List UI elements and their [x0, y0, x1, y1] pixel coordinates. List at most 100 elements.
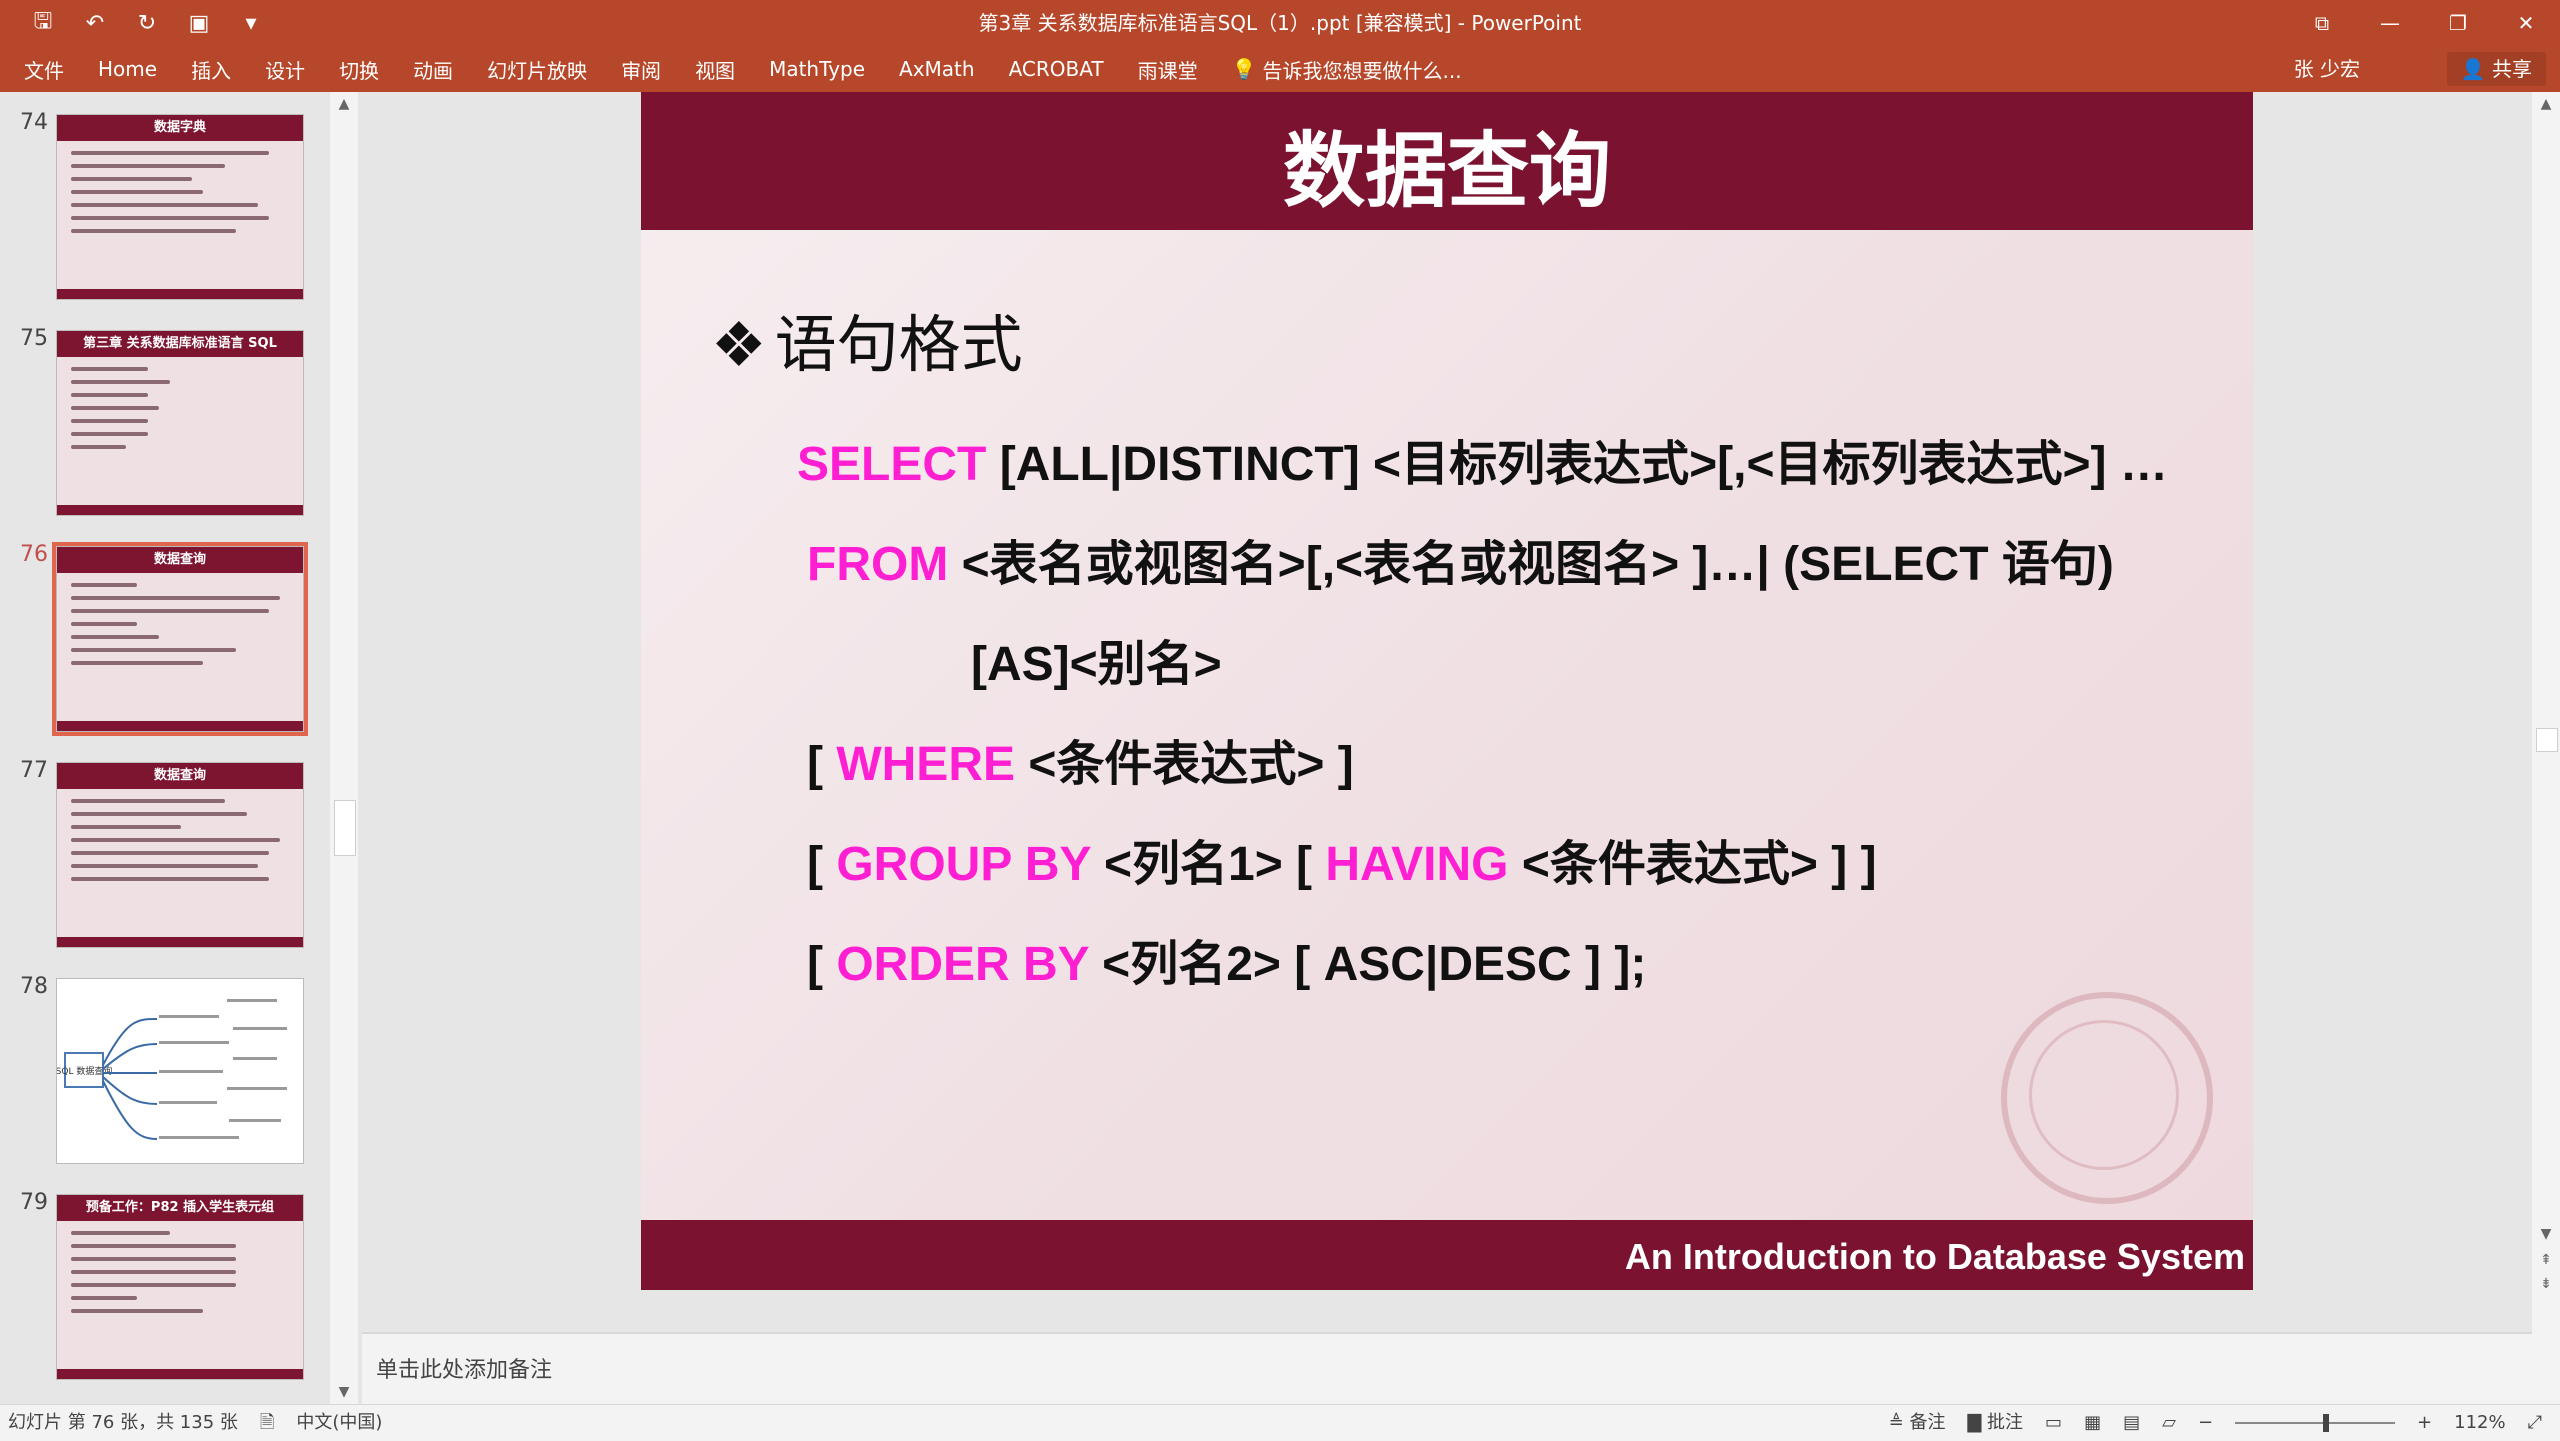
scroll-down-icon[interactable]: ▼	[330, 1384, 358, 1400]
thumbnail-image: 第三章 关系数据库标准语言 SQL	[56, 330, 304, 516]
tab-design[interactable]: 设计	[265, 55, 305, 84]
scroll-up-icon[interactable]: ▲	[330, 96, 358, 112]
diamond-bullet-icon: ❖	[711, 308, 767, 381]
next-slide-icon[interactable]: ⇟	[2532, 1276, 2560, 1292]
language-indicator[interactable]: 中文(中国)	[296, 1405, 382, 1441]
comments-label: 批注	[1987, 1412, 2024, 1433]
scrollbar-thumb[interactable]	[334, 800, 356, 856]
slide-thumbnail[interactable]: 77 数据查询	[0, 740, 330, 948]
line-text: <条件表达式> ]	[1015, 738, 1354, 791]
spellcheck-icon[interactable]: 🗎	[260, 1405, 274, 1441]
line-text: <表名或视图名>[,<表名或视图名> ]…| (SELECT 语句)	[948, 538, 2114, 591]
comment-icon: ▇	[1967, 1412, 1982, 1433]
tab-slideshow[interactable]: 幻灯片放映	[487, 55, 587, 84]
reading-view-icon[interactable]: ▤	[2123, 1405, 2140, 1441]
tab-axmath[interactable]: AxMath	[899, 57, 975, 81]
slide-scrollbar[interactable]: ▲ ▼ ⇞ ⇟	[2532, 92, 2560, 1404]
university-seal-watermark	[2001, 992, 2213, 1204]
tab-acrobat[interactable]: ACROBAT	[1009, 57, 1104, 81]
zoom-slider-knob[interactable]	[2323, 1414, 2330, 1432]
slide-thumbnail[interactable]: 79 预备工作：P82 插入学生表元组	[0, 1172, 330, 1380]
thumbnail-title: 数据查询	[57, 763, 303, 789]
zoom-level[interactable]: 112%	[2454, 1405, 2505, 1441]
thumbnail-image: 数据查询	[56, 762, 304, 948]
thumbnails-scrollbar[interactable]: ▲ ▼	[330, 92, 358, 1404]
tab-insert[interactable]: 插入	[191, 55, 231, 84]
title-bar: 🖫 ↶ ↻ ▣ ▾ 第3章 关系数据库标准语言SQL（1）.ppt [兼容模式]…	[0, 0, 2560, 46]
slide-thumbnails-pane: 74 数据字典 75 第三章 关系数据库标准语言 SQL 76 数据查询 77 …	[0, 92, 358, 1404]
person-icon: 👤	[2460, 57, 2486, 81]
tab-transitions[interactable]: 切换	[339, 55, 379, 84]
zoom-in-icon[interactable]: +	[2417, 1405, 2432, 1441]
slide-thumbnail-active[interactable]: 76 数据查询	[0, 524, 330, 736]
scrollbar-thumb[interactable]	[2536, 728, 2558, 752]
minimize-icon[interactable]: —	[2356, 0, 2424, 46]
notes-toggle-button[interactable]: ≜ 备注	[1889, 1405, 1946, 1441]
window-title: 第3章 关系数据库标准语言SQL（1）.ppt [兼容模式] - PowerPo…	[978, 11, 1582, 35]
sql-line-alias[interactable]: [AS]<别名>	[971, 624, 1222, 694]
line-text: [AS]<别名>	[971, 638, 1222, 691]
slide-title[interactable]: 数据查询	[641, 92, 2253, 230]
user-name[interactable]: 张 少宏	[2294, 46, 2360, 92]
sql-line-from[interactable]: FROM <表名或视图名>[,<表名或视图名> ]…| (SELECT 语句)	[807, 524, 2114, 594]
line-text: [ALL|DISTINCT] <目标列表达式>[,<目标列表达式>] …	[986, 438, 2168, 491]
slide-canvas[interactable]: 数据查询 ❖ 语句格式 SELECT [ALL|DISTINCT] <目标列表达式…	[641, 92, 2253, 1290]
window-controls: ⧉ — ❐ ✕	[2288, 0, 2560, 46]
thumbnail-image: 数据查询	[52, 542, 308, 736]
ribbon-display-icon[interactable]: ⧉	[2288, 0, 2356, 46]
status-bar: 幻灯片 第 76 张，共 135 张 🗎 中文(中国) ≜ 备注 ▇ 批注 ▭ …	[0, 1404, 2560, 1441]
zoom-out-icon[interactable]: −	[2198, 1405, 2213, 1441]
slide-editing-area: 数据查询 ❖ 语句格式 SELECT [ALL|DISTINCT] <目标列表达式…	[362, 92, 2532, 1332]
keyword-group-by: GROUP BY	[836, 838, 1091, 891]
sql-line-order-by[interactable]: [ ORDER BY <列名2> [ ASC|DESC ] ];	[807, 924, 1646, 994]
tab-animations[interactable]: 动画	[413, 55, 453, 84]
tell-me-search[interactable]: 💡 告诉我您想要做什么...	[1232, 55, 1462, 84]
keyword-from: FROM	[807, 538, 949, 591]
previous-slide-icon[interactable]: ⇞	[2532, 1252, 2560, 1268]
sql-line-where[interactable]: [ WHERE <条件表达式> ]	[807, 724, 1354, 794]
comments-toggle-button[interactable]: ▇ 批注	[1967, 1405, 2023, 1441]
thumbnail-title: 数据查询	[57, 547, 303, 573]
mind-map-root: SQL 数据查询	[57, 1065, 112, 1077]
keyword-where: WHERE	[836, 738, 1015, 791]
slide-thumbnail[interactable]: 78 SQL 数据查询	[0, 956, 330, 1164]
tell-me-text: 告诉我您想要做什么...	[1262, 58, 1462, 83]
slideshow-view-icon[interactable]: ▱	[2162, 1405, 2176, 1441]
close-icon[interactable]: ✕	[2492, 0, 2560, 46]
normal-view-icon[interactable]: ▭	[2045, 1405, 2062, 1441]
notes-label: 备注	[1909, 1412, 1946, 1433]
slide-thumbnail[interactable]: 74 数据字典	[0, 92, 330, 300]
lightbulb-icon: 💡	[1231, 57, 1257, 81]
notes-placeholder: 单击此处添加备注	[376, 1358, 553, 1383]
bracket-open: [	[807, 938, 837, 991]
bracket-open: [	[807, 838, 837, 891]
slide-counter: 幻灯片 第 76 张，共 135 张	[8, 1412, 238, 1433]
slide-sorter-icon[interactable]: ▦	[2084, 1405, 2101, 1441]
tab-home[interactable]: Home	[98, 57, 157, 81]
tab-mathtype[interactable]: MathType	[769, 57, 865, 81]
scroll-down-icon[interactable]: ▼	[2532, 1226, 2560, 1242]
line-text: <条件表达式> ] ]	[1508, 838, 1877, 891]
sql-line-select[interactable]: SELECT [ALL|DISTINCT] <目标列表达式>[,<目标列表达式>…	[797, 424, 2168, 494]
sql-line-group-by[interactable]: [ GROUP BY <列名1> [ HAVING <条件表达式> ] ]	[807, 824, 1877, 894]
slide-number: 79	[20, 1190, 48, 1215]
tab-view[interactable]: 视图	[695, 55, 735, 84]
zoom-slider[interactable]	[2235, 1414, 2396, 1432]
slide-thumbnail[interactable]: 75 第三章 关系数据库标准语言 SQL	[0, 308, 330, 516]
notes-icon: ≜	[1888, 1412, 1904, 1433]
share-button[interactable]: 👤 共享	[2446, 52, 2546, 86]
thumbnail-image: 数据字典	[56, 114, 304, 300]
scroll-up-icon[interactable]: ▲	[2532, 96, 2560, 112]
fit-slide-icon[interactable]: ⤢	[2528, 1405, 2542, 1441]
slide-number: 75	[20, 326, 48, 351]
mind-map-diagram: SQL 数据查询	[57, 999, 287, 1140]
tab-file[interactable]: 文件	[24, 55, 64, 84]
tab-rainclassroom[interactable]: 雨课堂	[1138, 55, 1198, 84]
line-text: <列名2> [ ASC|DESC ] ];	[1088, 938, 1647, 991]
notes-pane[interactable]: 单击此处添加备注	[362, 1332, 2532, 1406]
tab-review[interactable]: 审阅	[621, 55, 661, 84]
slide-heading[interactable]: ❖ 语句格式	[711, 294, 1023, 384]
restore-icon[interactable]: ❐	[2424, 0, 2492, 46]
keyword-order-by: ORDER BY	[836, 938, 1089, 991]
heading-text: 语句格式	[774, 308, 1023, 381]
